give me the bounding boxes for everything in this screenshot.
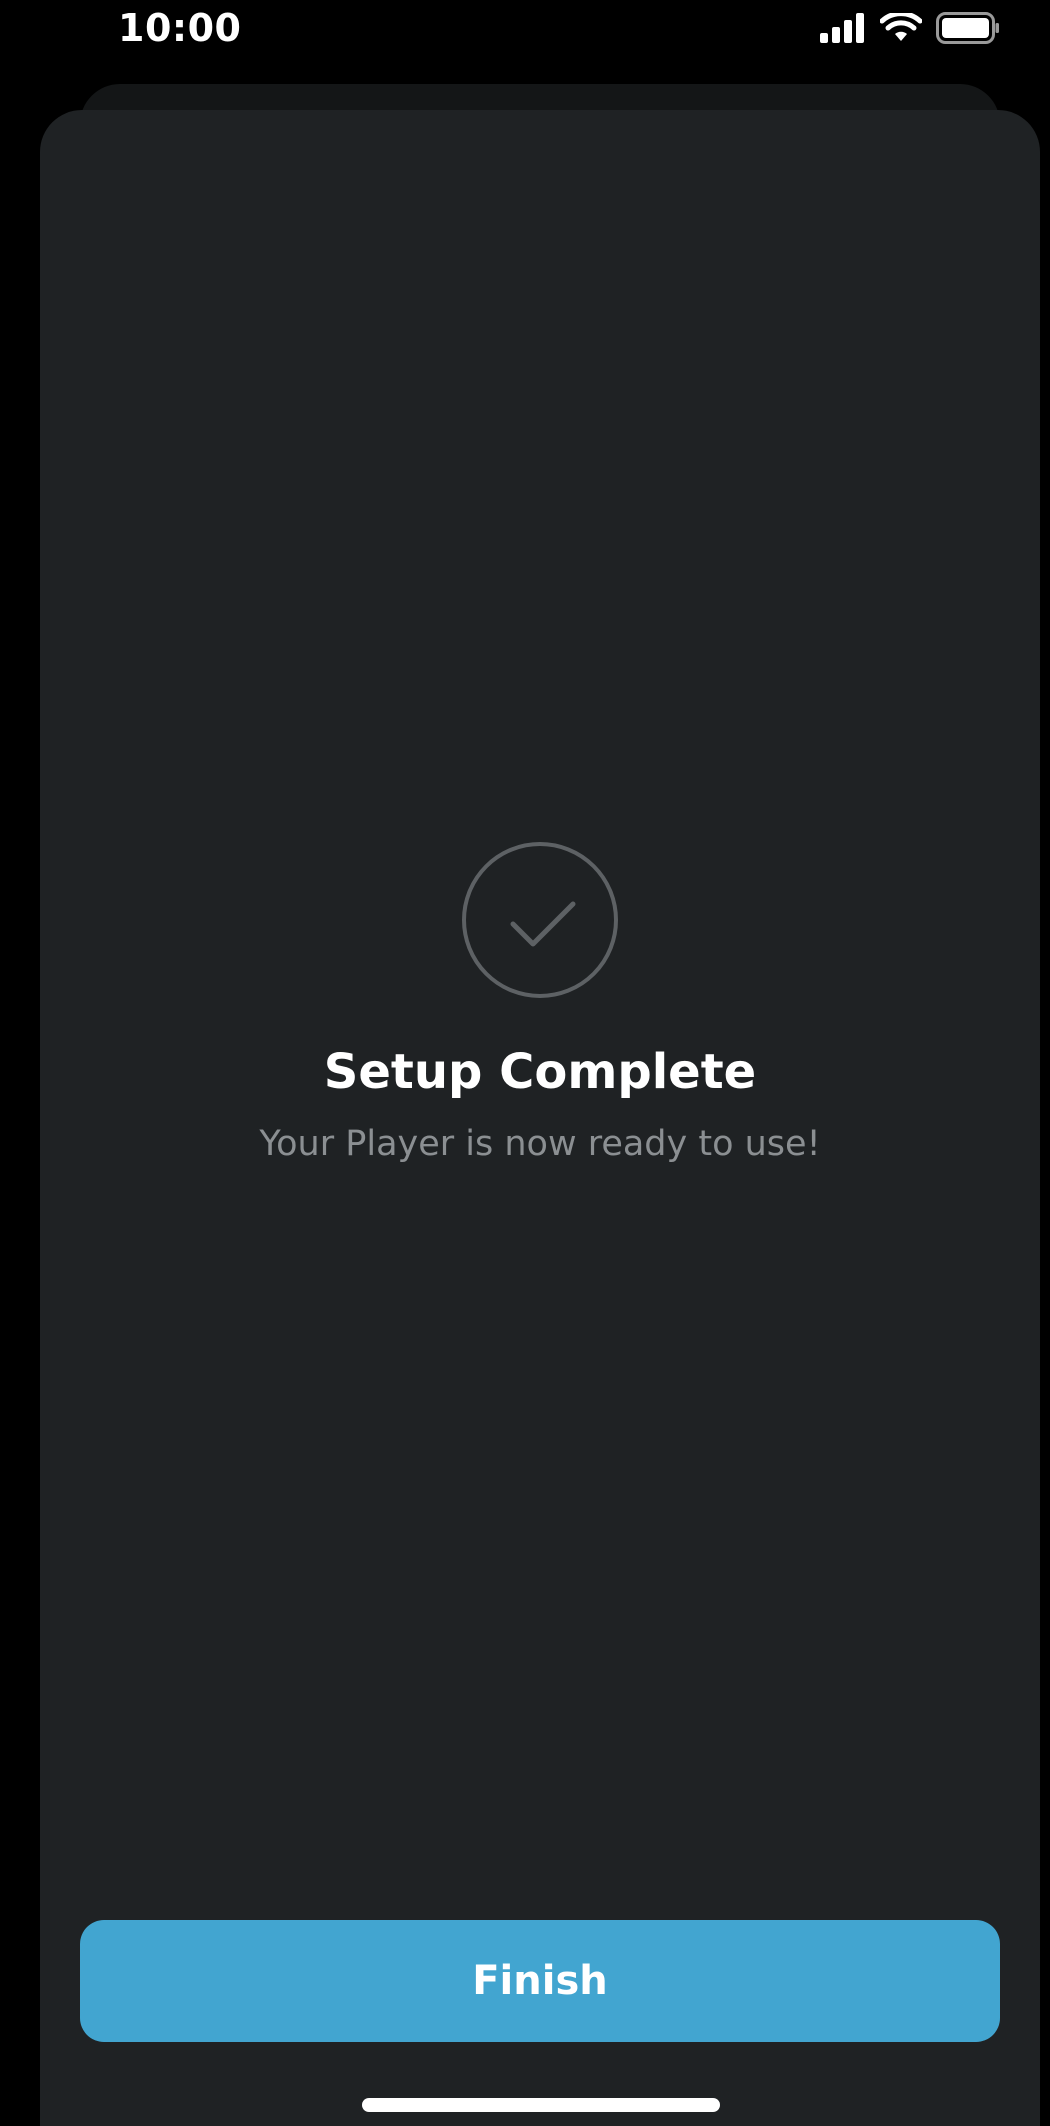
page-title: Setup Complete: [323, 1044, 757, 1100]
completion-content: Setup Complete Your Player is now ready …: [40, 840, 1040, 1164]
battery-icon: [936, 12, 999, 44]
status-icons: [820, 12, 1000, 44]
finish-button[interactable]: Finish: [80, 1920, 1000, 2042]
setup-sheet: Setup Complete Your Player is now ready …: [40, 110, 1040, 2126]
checkmark-circle-icon: [462, 842, 618, 998]
home-indicator[interactable]: [362, 2098, 720, 2112]
status-time: 10:00: [118, 6, 242, 50]
screen: 10:00 Setup Complete Your Player is now …: [0, 0, 1050, 2126]
status-bar: 10:00: [0, 0, 1050, 70]
cellular-signal-icon: [820, 13, 864, 43]
wifi-icon: [880, 13, 922, 41]
page-subtitle: Your Player is now ready to use!: [259, 1124, 821, 1164]
